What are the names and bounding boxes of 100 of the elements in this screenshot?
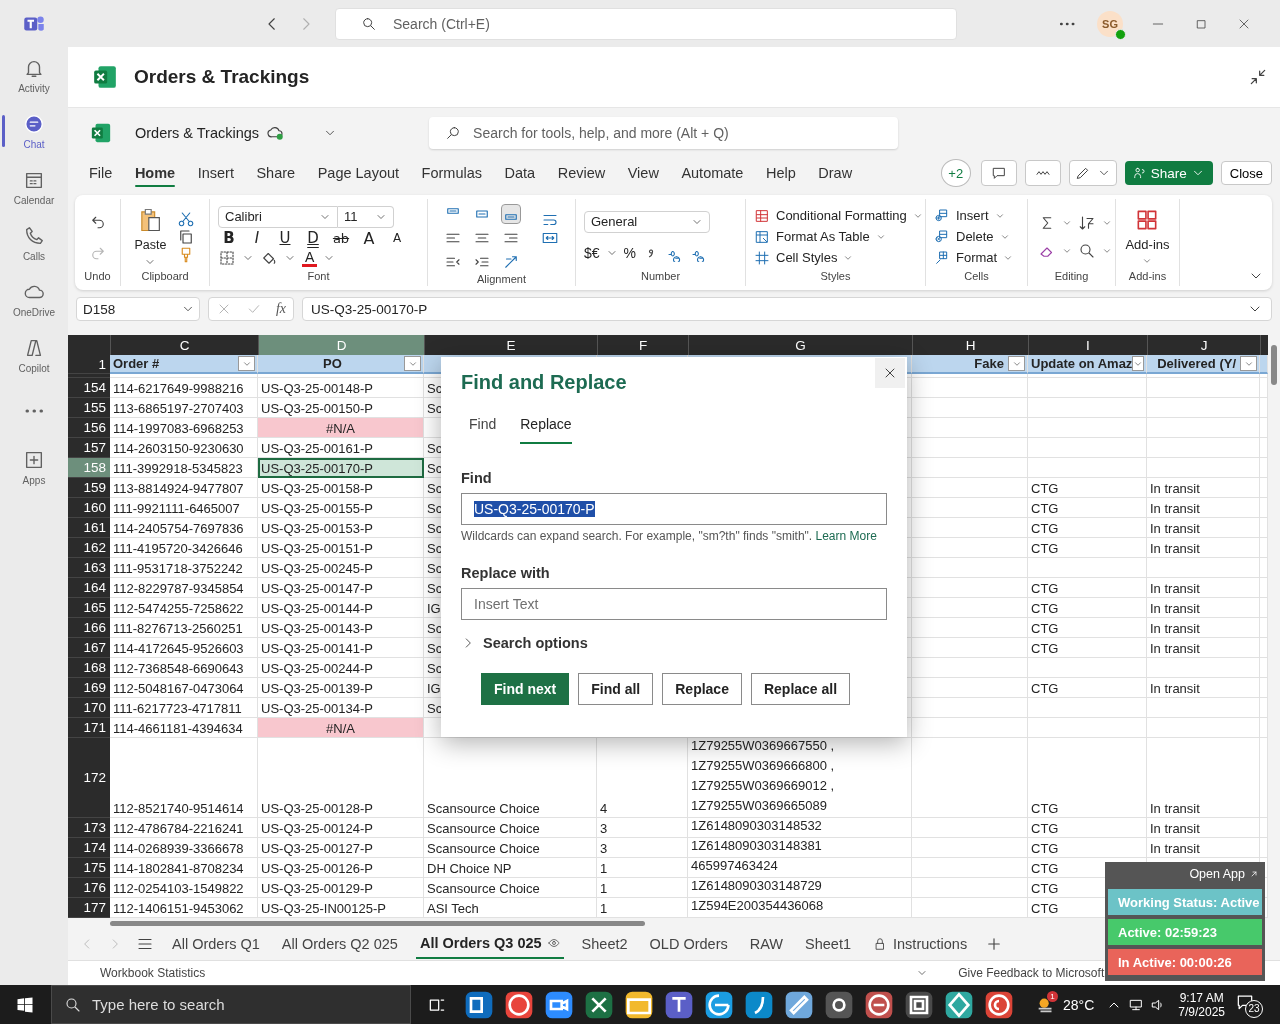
- font-style-button[interactable]: D: [302, 229, 324, 248]
- sheet-tab[interactable]: Instructions: [869, 930, 972, 958]
- filter-button[interactable]: [1240, 356, 1257, 371]
- font-family-select[interactable]: Calibri: [218, 205, 338, 228]
- insert-function-button[interactable]: fx: [275, 301, 286, 317]
- comment-button[interactable]: [980, 160, 1017, 186]
- sort-filter-icon[interactable]: [1078, 213, 1096, 232]
- row-number[interactable]: 171: [68, 718, 110, 738]
- table-cell[interactable]: US-Q3-25-00129-P: [258, 878, 424, 898]
- table-cell[interactable]: US-Q3-25-00144-P: [258, 598, 424, 618]
- font-style-button[interactable]: A: [386, 231, 408, 246]
- font-style-button[interactable]: B: [218, 229, 240, 248]
- row-number[interactable]: 157: [68, 438, 110, 458]
- number-format-select[interactable]: General: [584, 210, 710, 233]
- row-number[interactable]: 164: [68, 578, 110, 598]
- row-number[interactable]: 158: [68, 458, 110, 478]
- column-header[interactable]: D: [258, 335, 424, 355]
- dialog-tab[interactable]: Replace: [520, 416, 572, 444]
- table-cell[interactable]: US-Q3-25-00148-P: [258, 378, 424, 398]
- menu-tab[interactable]: Page Layout: [317, 160, 400, 186]
- font-style-button[interactable]: U: [274, 229, 296, 248]
- menu-tab[interactable]: Home: [134, 160, 176, 186]
- font-style-button[interactable]: I: [246, 229, 268, 248]
- find-next-button[interactable]: Find next: [481, 673, 570, 705]
- sheet-tab[interactable]: All Orders Q1: [168, 930, 264, 958]
- styles-menu-button[interactable]: Cell Styles: [754, 249, 854, 266]
- rail-item[interactable]: Apps: [0, 445, 68, 489]
- table-cell[interactable]: US-Q3-25-00158-P: [258, 478, 424, 498]
- workbook-statistics[interactable]: Workbook Statistics: [100, 966, 206, 980]
- table-cell[interactable]: US-Q3-25-00141-P: [258, 638, 424, 658]
- search-field[interactable]: Type here to search: [51, 985, 411, 1024]
- rail-item[interactable]: Calls: [0, 221, 68, 265]
- row-number[interactable]: 160: [68, 498, 110, 518]
- sheet-tab[interactable]: Sheet2: [577, 930, 632, 958]
- file-name[interactable]: Orders & Trackings: [135, 125, 260, 141]
- table-cell[interactable]: US-Q3-25-00126-P: [258, 858, 424, 878]
- cells-menu-button[interactable]: Delete: [934, 228, 1010, 245]
- table-cell[interactable]: US-Q3-25-00153-P: [258, 518, 424, 538]
- filter-button[interactable]: [404, 356, 421, 371]
- table-cell[interactable]: US-Q3-25-00128-P: [258, 738, 424, 818]
- row-number[interactable]: 163: [68, 558, 110, 578]
- search-field[interactable]: Search for tools, help, and more (Alt + Q): [429, 117, 899, 149]
- font-style-button[interactable]: ab: [330, 231, 352, 246]
- menu-tab[interactable]: Draw: [818, 160, 853, 186]
- styles-menu-button[interactable]: Format As Table: [754, 228, 886, 245]
- notifications-button[interactable]: 23: [1235, 991, 1263, 1018]
- table-cell[interactable]: US-Q3-25-00127-P: [258, 838, 424, 858]
- row-number[interactable]: 165: [68, 598, 110, 618]
- row-number[interactable]: 176: [68, 878, 110, 898]
- borders-icon[interactable]: [218, 249, 236, 268]
- filter-button[interactable]: [238, 356, 255, 371]
- row-number[interactable]: 155: [68, 398, 110, 418]
- table-cell[interactable]: #N/A: [258, 718, 424, 738]
- cells-menu-button[interactable]: Format: [934, 249, 1014, 266]
- row-number[interactable]: 174: [68, 838, 110, 858]
- rail-item[interactable]: Copilot: [0, 333, 68, 377]
- row-number[interactable]: 159: [68, 478, 110, 498]
- menu-tab[interactable]: View: [627, 160, 659, 186]
- currency-button[interactable]: $€: [584, 245, 600, 262]
- row-number[interactable]: 177: [68, 898, 110, 918]
- learn-more-link[interactable]: Learn More: [815, 529, 877, 543]
- dialog-button[interactable]: Replace: [662, 673, 742, 705]
- row-number[interactable]: 173: [68, 818, 110, 838]
- menu-tab[interactable]: Insert: [197, 160, 234, 186]
- paste-button[interactable]: Paste: [134, 205, 167, 268]
- dialog-button[interactable]: Replace all: [750, 673, 851, 705]
- row-number[interactable]: 161: [68, 518, 110, 538]
- align-bottom-icon[interactable]: [502, 205, 521, 223]
- cloud-check-icon[interactable]: [267, 124, 286, 142]
- rail-item[interactable]: Calendar: [0, 165, 68, 209]
- table-cell[interactable]: US-Q3-25-00124-P: [258, 818, 424, 838]
- close-button[interactable]: Close: [1220, 161, 1272, 185]
- editing-mode-button[interactable]: [1068, 160, 1117, 186]
- search-field[interactable]: Search (Ctrl+E): [335, 7, 957, 40]
- menu-tab[interactable]: Share: [256, 160, 296, 186]
- search-icon[interactable]: [1078, 241, 1096, 260]
- sheet-tab[interactable]: RAW: [745, 930, 788, 958]
- font-size-select[interactable]: 11: [338, 205, 394, 228]
- row-number[interactable]: 167: [68, 638, 110, 658]
- sheet-tab[interactable]: All Orders Q2 025: [277, 930, 402, 958]
- table-cell[interactable]: US-Q3-25-00151-P: [258, 538, 424, 558]
- percent-button[interactable]: %: [623, 245, 637, 262]
- cut-icon[interactable]: [177, 209, 196, 228]
- menu-tab[interactable]: Data: [504, 160, 536, 186]
- table-cell[interactable]: US-Q3-25-00245-P: [258, 558, 424, 578]
- rail-item[interactable]: Chat: [0, 109, 68, 153]
- share-button[interactable]: Share: [1124, 161, 1213, 185]
- replace-field[interactable]: Insert Text: [461, 588, 887, 620]
- open-app-link[interactable]: Open App: [1187, 862, 1262, 885]
- rail-item[interactable]: OneDrive: [0, 277, 68, 321]
- cells-menu-button[interactable]: Insert: [934, 207, 1005, 224]
- row-number[interactable]: 172: [68, 738, 110, 818]
- table-cell[interactable]: US-Q3-25-00170-P: [258, 458, 424, 478]
- feedback-link[interactable]: Give Feedback to Microsoft: [958, 966, 1105, 980]
- avatar[interactable]: SG: [1097, 10, 1123, 37]
- weather-widget[interactable]: 1 28°C: [1035, 993, 1095, 1016]
- table-cell[interactable]: US-Q3-25-00147-P: [258, 578, 424, 598]
- filter-button[interactable]: [1008, 356, 1025, 371]
- formula-field[interactable]: US-Q3-25-00170-P: [302, 297, 1272, 321]
- menu-tab[interactable]: Review: [557, 160, 606, 186]
